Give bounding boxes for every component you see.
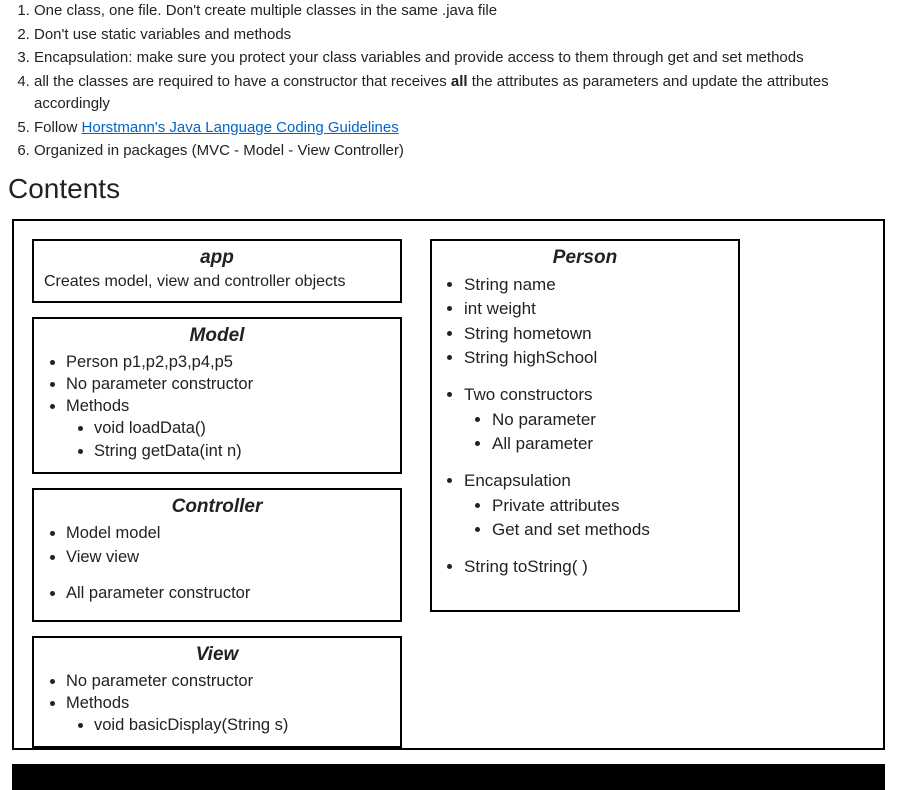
rule-4-bold: all	[451, 73, 468, 90]
model-item-3a: void loadData()	[94, 417, 390, 439]
model-title: Model	[44, 325, 390, 347]
right-column: Person String name int weight String hom…	[430, 239, 740, 612]
view-box: View No parameter constructor Methods vo…	[32, 636, 402, 749]
app-desc: Creates model, view and controller objec…	[44, 273, 390, 291]
app-box: app Creates model, view and controller o…	[32, 239, 402, 303]
rule-4-text-a: all the classes are required to have a c…	[34, 73, 451, 90]
person-title: Person	[442, 247, 728, 269]
person-encap-b: Get and set methods	[492, 518, 728, 543]
person-box: Person String name int weight String hom…	[430, 239, 740, 612]
model-box: Model Person p1,p2,p3,p4,p5 No parameter…	[32, 317, 402, 474]
contents-heading: Contents	[8, 173, 885, 205]
person-constructors: Two constructors No parameter All parame…	[464, 383, 728, 457]
horstmann-link[interactable]: Horstmann's Java Language Coding Guideli…	[82, 119, 399, 136]
person-constructor-a: No parameter	[492, 408, 728, 433]
controller-item-3: All parameter constructor	[66, 582, 390, 606]
view-item-2a: void basicDisplay(String s)	[94, 714, 390, 736]
model-item-3b: String getData(int n)	[94, 440, 390, 462]
person-encapsulation-label: Encapsulation	[464, 471, 571, 490]
rule-3: Encapsulation: make sure you protect you…	[34, 47, 885, 70]
person-attr-4: String highSchool	[464, 346, 728, 371]
person-constructors-label: Two constructors	[464, 385, 593, 404]
person-tostring: String toString( )	[464, 555, 728, 580]
person-constructor-b: All parameter	[492, 432, 728, 457]
model-item-3-label: Methods	[66, 397, 129, 415]
controller-title: Controller	[44, 496, 390, 518]
person-encap-a: Private attributes	[492, 494, 728, 519]
model-item-2: No parameter constructor	[66, 373, 390, 395]
person-attr-1: String name	[464, 273, 728, 298]
person-encapsulation: Encapsulation Private attributes Get and…	[464, 469, 728, 543]
person-attr-3: String hometown	[464, 322, 728, 347]
app-title: app	[44, 247, 390, 269]
left-column: app Creates model, view and controller o…	[32, 239, 402, 749]
controller-box: Controller Model model View view All par…	[32, 488, 402, 622]
black-bar	[12, 764, 885, 790]
rule-6: Organized in packages (MVC - Model - Vie…	[34, 140, 885, 163]
rule-1: One class, one file. Don't create multip…	[34, 0, 885, 23]
view-item-2-label: Methods	[66, 694, 129, 712]
rules-list: One class, one file. Don't create multip…	[12, 0, 885, 163]
model-item-3: Methods void loadData() String getData(i…	[66, 395, 390, 462]
controller-item-2: View view	[66, 546, 390, 570]
diagram-container: app Creates model, view and controller o…	[12, 219, 885, 751]
model-item-1: Person p1,p2,p3,p4,p5	[66, 351, 390, 373]
person-attr-2: int weight	[464, 297, 728, 322]
rule-5-prefix: Follow	[34, 119, 82, 136]
controller-item-1: Model model	[66, 522, 390, 546]
view-title: View	[44, 644, 390, 666]
view-item-2: Methods void basicDisplay(String s)	[66, 692, 390, 737]
rule-4: all the classes are required to have a c…	[34, 71, 885, 116]
view-item-1: No parameter constructor	[66, 670, 390, 692]
rule-2: Don't use static variables and methods	[34, 24, 885, 47]
rule-5: Follow Horstmann's Java Language Coding …	[34, 117, 885, 140]
